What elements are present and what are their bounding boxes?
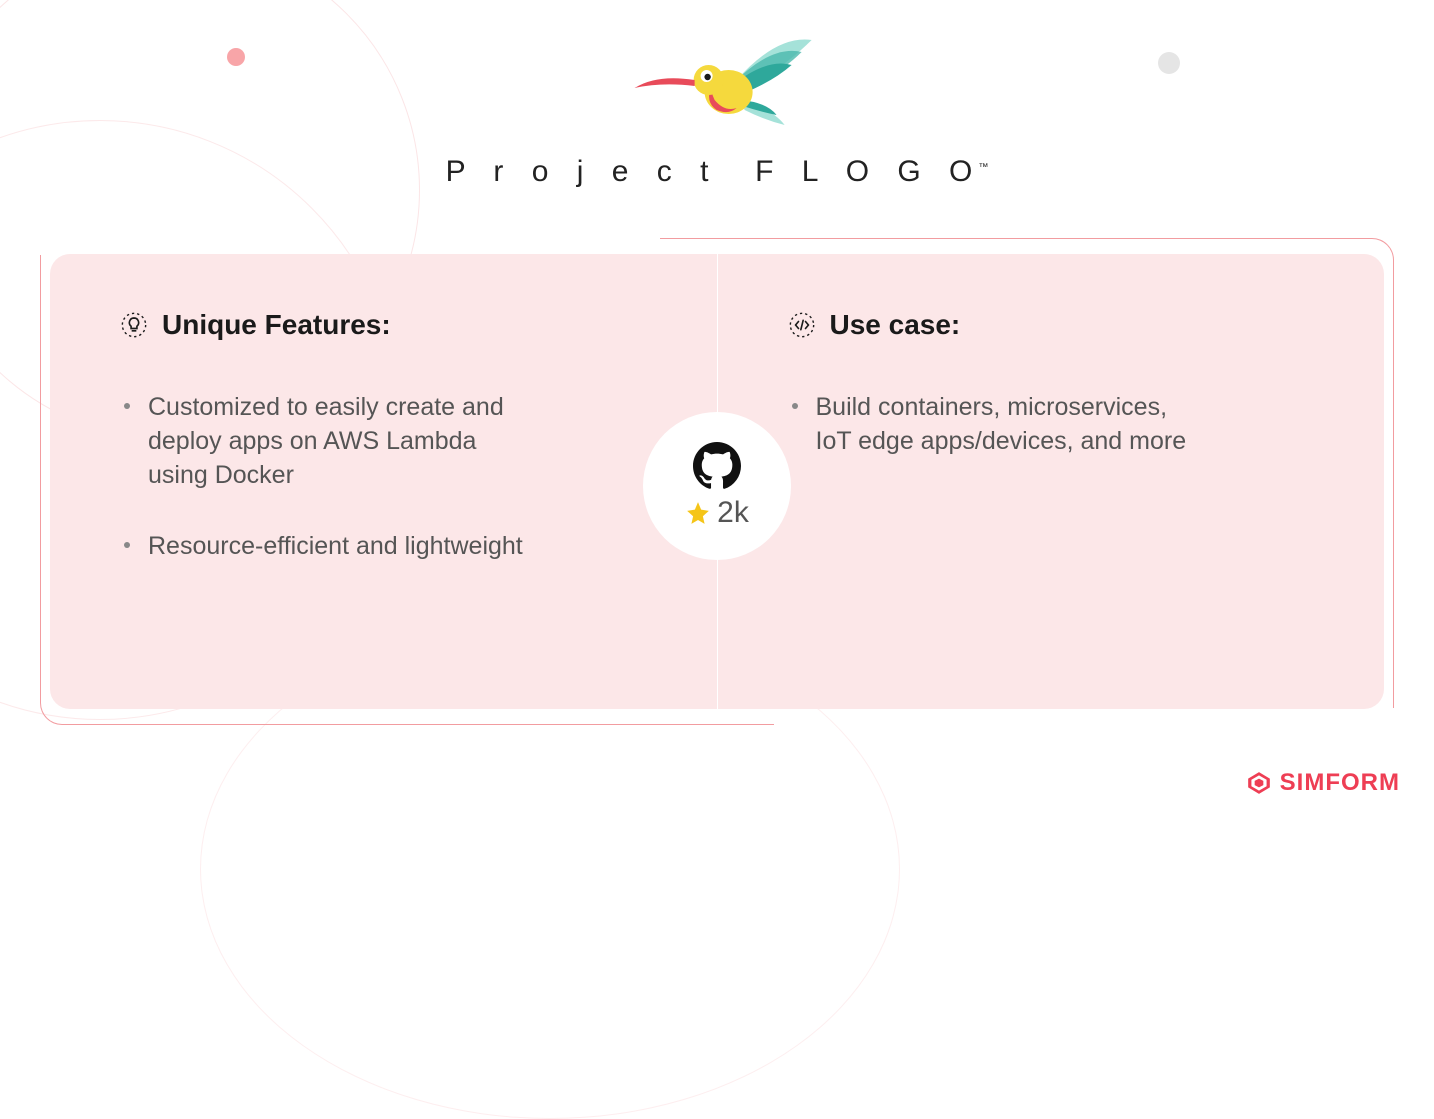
code-gear-icon: [788, 311, 816, 339]
lightbulb-gear-icon: [120, 311, 148, 339]
star-icon: [685, 500, 711, 526]
flogo-bird-icon: [617, 30, 817, 140]
usecase-panel: Use case: Build containers, microservice…: [718, 254, 1385, 709]
github-stars-count: 2k: [717, 496, 749, 530]
github-icon: [693, 442, 741, 490]
github-stars-badge: 2k: [643, 412, 791, 560]
list-item: Customized to easily create and deploy a…: [148, 391, 528, 492]
features-title: Unique Features:: [162, 309, 391, 341]
features-list: Customized to easily create and deploy a…: [120, 391, 647, 564]
list-item: Resource-efficient and lightweight: [148, 530, 528, 564]
brand-name: SIMFORM: [1280, 769, 1400, 797]
decorative-dot: [1158, 52, 1180, 74]
product-logo-block: P r o j e c t F L O G O™: [446, 30, 989, 189]
usecase-list: Build containers, microservices, IoT edg…: [788, 391, 1315, 459]
product-name: P r o j e c t F L O G O™: [446, 155, 989, 189]
usecase-title: Use case:: [830, 309, 961, 341]
info-card: Unique Features: Customized to easily cr…: [50, 254, 1384, 709]
decorative-dot: [227, 48, 245, 66]
list-item: Build containers, microservices, IoT edg…: [816, 391, 1196, 459]
simform-brand: SIMFORM: [1246, 769, 1400, 797]
simform-logo-icon: [1246, 770, 1272, 796]
stars-row: 2k: [685, 496, 749, 530]
features-panel: Unique Features: Customized to easily cr…: [50, 254, 717, 709]
